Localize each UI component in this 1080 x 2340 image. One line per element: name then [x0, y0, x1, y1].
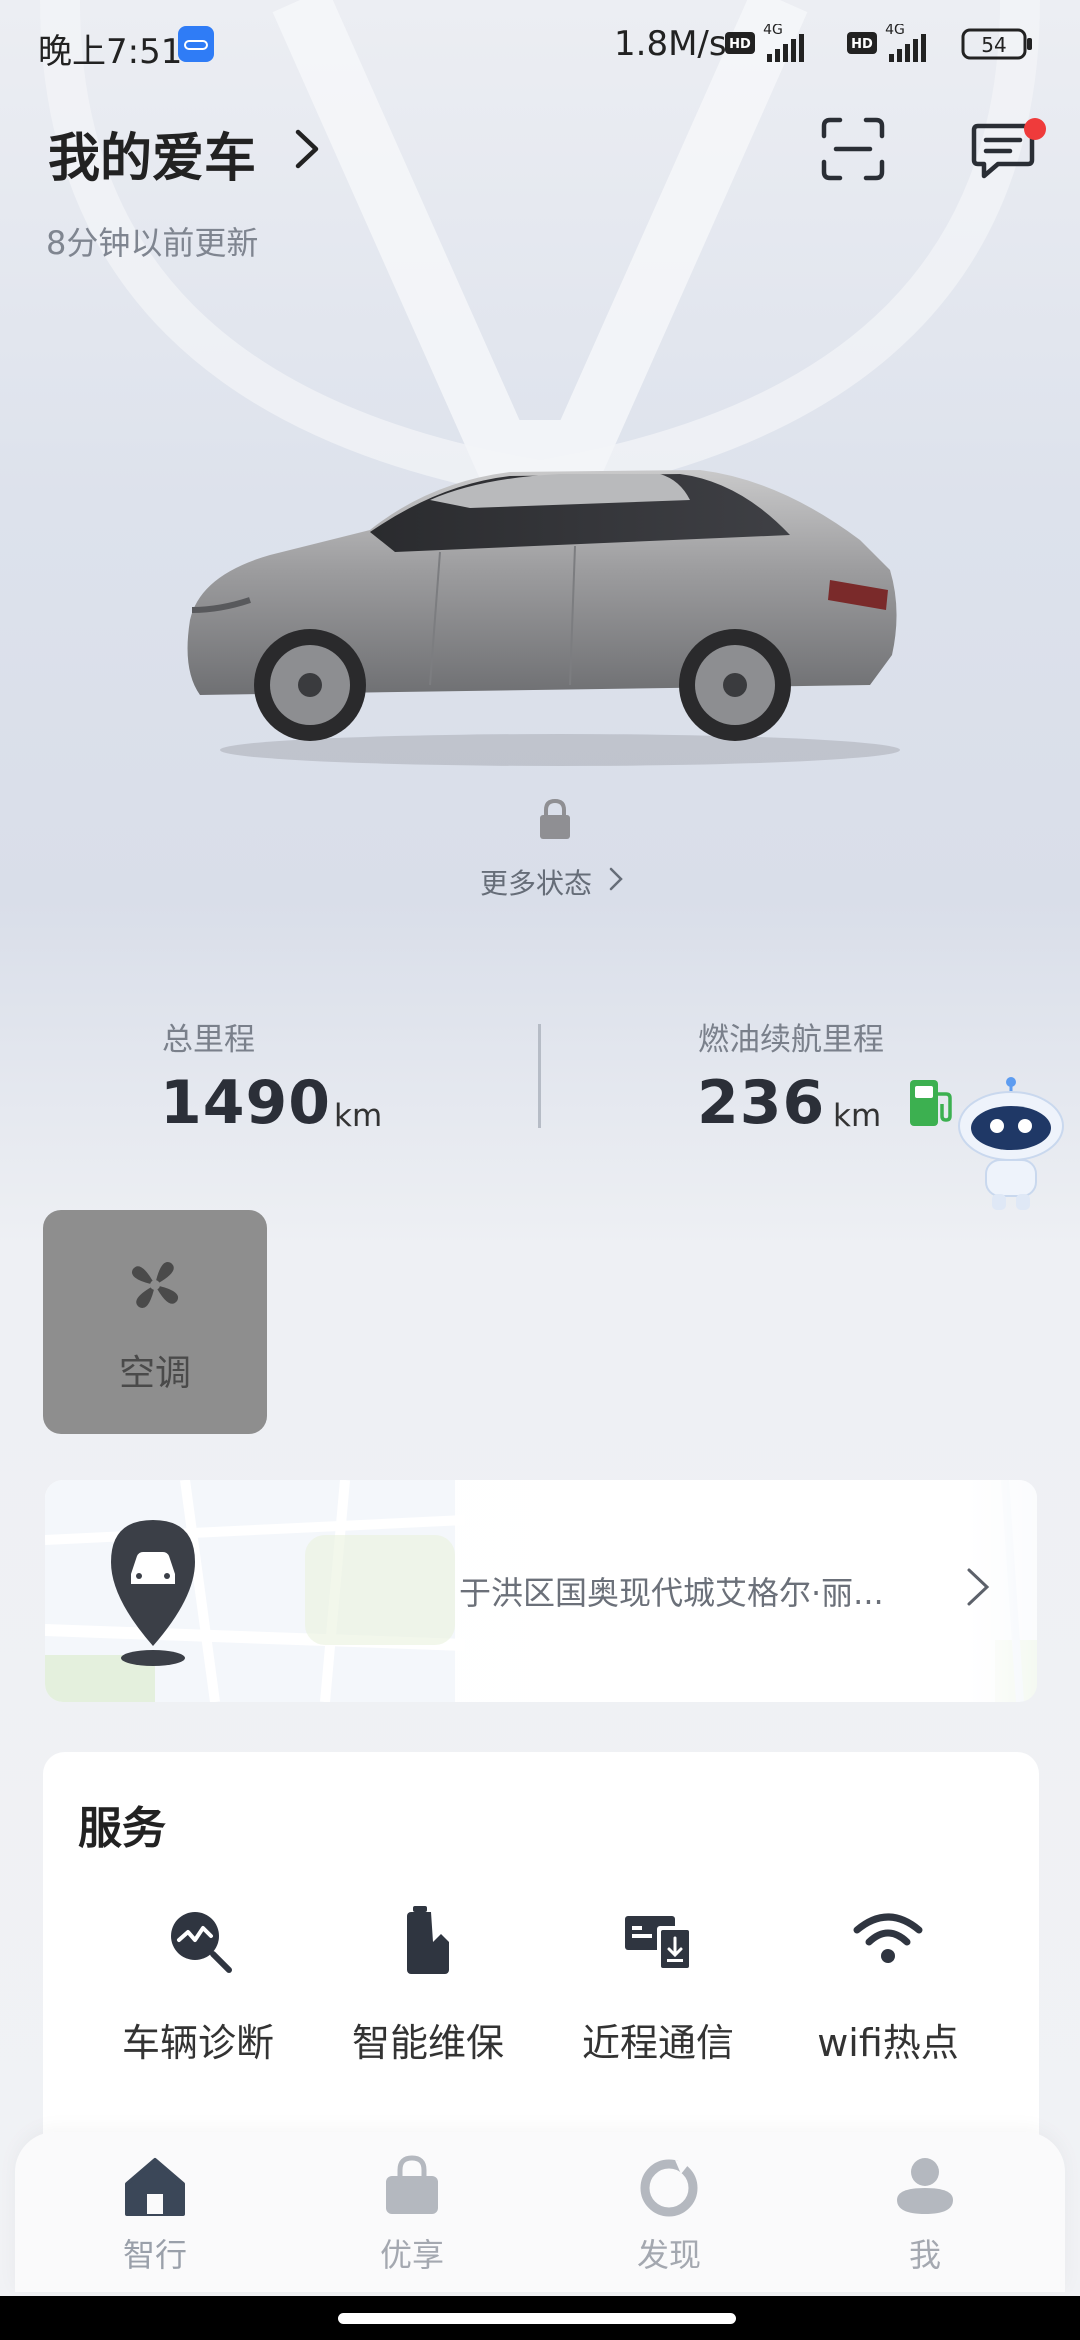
total-mileage-value: 1490 [160, 1068, 331, 1138]
service-label: wifi热点 [817, 2021, 959, 2065]
fuel-pump-icon [910, 1080, 952, 1126]
bottom-navigation: 智行 优享 发现 我 [15, 2132, 1065, 2292]
status-bar: 晚上7:51 1.8M/s HD 4G HD 4G 54 [0, 0, 1080, 90]
total-mileage-label: 总里程 [162, 1022, 255, 1058]
assistant-robot-icon[interactable] [952, 1076, 1070, 1216]
nav-tab-me[interactable]: 我 [835, 2152, 1015, 2282]
chevron-right-icon[interactable] [963, 1562, 993, 1612]
stat-divider [538, 1024, 541, 1128]
home-indicator[interactable] [338, 2313, 736, 2324]
services-section: 服务 车辆诊断 智能维保 近程通信 wifi热点 [43, 1752, 1039, 2172]
network-type-1: 4G [763, 24, 783, 38]
status-time: 晚上7:51 [38, 32, 183, 72]
maintenance-icon [407, 1906, 449, 1974]
more-status-link[interactable]: 更多状态 [480, 862, 592, 902]
nav-label: 发现 [636, 2236, 701, 2274]
chevron-right-icon[interactable] [288, 124, 328, 174]
ac-control-tile[interactable]: 空调 [43, 1210, 267, 1434]
scan-icon[interactable] [820, 116, 886, 182]
home-icon [125, 2158, 185, 2216]
fuel-range-label: 燃油续航里程 [698, 1022, 884, 1058]
fuel-range-value: 236 [697, 1068, 826, 1138]
discover-icon [640, 2159, 698, 2217]
service-near-field-communication[interactable]: 近程通信 [543, 1902, 773, 2082]
nav-tab-home[interactable]: 智行 [65, 2152, 245, 2282]
ac-label: 空调 [118, 1353, 191, 1394]
car-app-notification-icon [178, 26, 214, 62]
hd-badge-1: HD [729, 37, 751, 52]
page-title[interactable]: 我的爱车 [48, 116, 256, 191]
hd-badge-2: HD [851, 37, 873, 52]
chevron-right-icon[interactable] [606, 864, 626, 894]
battery-level: 54 [981, 33, 1006, 57]
services-title: 服务 [78, 1803, 166, 1854]
bag-icon [386, 2155, 438, 2214]
network-speed: 1.8M/s [614, 24, 727, 64]
service-wifi-hotspot[interactable]: wifi热点 [773, 1902, 1003, 2082]
wifi-icon [853, 1913, 923, 1963]
total-mileage-unit: km [334, 1098, 383, 1134]
vehicle-address: 于洪区国奥现代城艾格尔·丽... [459, 1574, 884, 1612]
nearfield-comm-icon [625, 1916, 693, 1972]
notification-dot [1024, 118, 1046, 140]
vehicle-location-card[interactable]: 于洪区国奥现代城艾格尔·丽... [45, 1480, 1037, 1702]
car-image[interactable] [180, 460, 910, 770]
nav-tab-benefits[interactable]: 优享 [322, 2152, 502, 2282]
car-location-pin-icon [111, 1520, 195, 1666]
last-updated-text: 8分钟以前更新 [46, 224, 259, 262]
nav-tab-discover[interactable]: 发现 [579, 2152, 759, 2282]
nav-label: 智行 [122, 2236, 187, 2274]
nav-label: 我 [908, 2236, 941, 2274]
diagnosis-icon [171, 1912, 232, 1973]
service-vehicle-diagnosis[interactable]: 车辆诊断 [83, 1902, 313, 2082]
signal-battery-icons: HD 4G HD 4G 54 [725, 24, 1032, 62]
service-smart-maintenance[interactable]: 智能维保 [313, 1902, 543, 2082]
nav-label: 优享 [379, 2236, 444, 2274]
fan-icon [131, 1261, 179, 1309]
service-label: 车辆诊断 [121, 2021, 274, 2065]
service-label: 智能维保 [351, 2021, 504, 2065]
lock-icon [540, 798, 570, 839]
service-label: 近程通信 [581, 2021, 734, 2065]
fuel-range-unit: km [833, 1098, 882, 1134]
network-type-2: 4G [885, 24, 905, 38]
user-icon [897, 2158, 953, 2214]
